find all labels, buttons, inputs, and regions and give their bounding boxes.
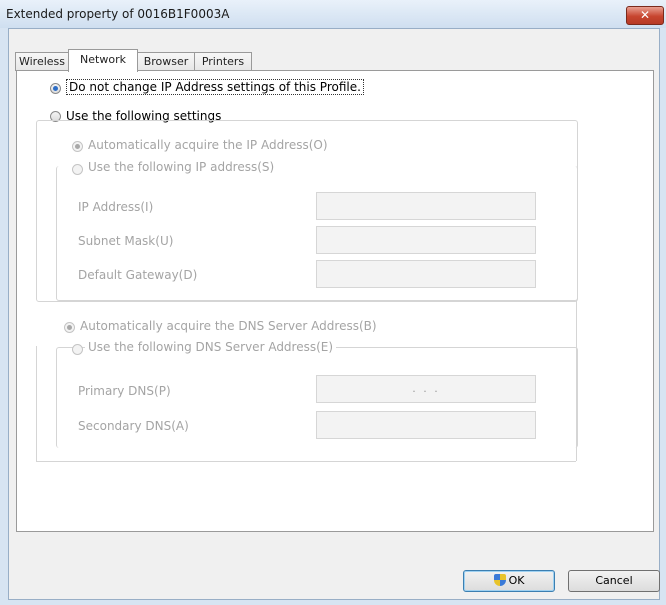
ok-button[interactable]: OK <box>463 570 555 592</box>
primary-dns-label: Primary DNS(P) <box>78 384 171 398</box>
secondary-dns-label: Secondary DNS(A) <box>78 419 189 433</box>
shield-icon <box>493 574 506 586</box>
manual-dns-radio[interactable] <box>72 344 83 355</box>
default-gateway-label: Default Gateway(D) <box>78 268 198 282</box>
cancel-button[interactable]: Cancel <box>568 570 660 592</box>
ip-address-label: IP Address(I) <box>78 200 154 214</box>
no-change-label[interactable]: Do not change IP Address settings of thi… <box>66 79 364 95</box>
secondary-dns-field[interactable] <box>316 411 536 439</box>
tab-browser[interactable]: Browser <box>137 52 195 71</box>
auto-dns-label[interactable]: Automatically acquire the DNS Server Add… <box>80 319 377 333</box>
subnet-mask-label: Subnet Mask(U) <box>78 234 174 248</box>
primary-dns-field[interactable]: . . . <box>316 375 536 403</box>
manual-ip-label[interactable]: Use the following IP address(S) <box>85 160 278 174</box>
title-bar: Extended property of 0016B1F0003A ✕ <box>0 0 666 28</box>
tab-network[interactable]: Network <box>68 49 138 72</box>
manual-ip-radio[interactable] <box>72 164 83 175</box>
subnet-mask-field[interactable] <box>316 226 536 254</box>
no-change-radio[interactable] <box>50 83 61 94</box>
auto-ip-label[interactable]: Automatically acquire the IP Address(O) <box>88 138 328 152</box>
close-button[interactable]: ✕ <box>626 6 664 25</box>
default-gateway-field[interactable] <box>316 260 536 288</box>
auto-ip-radio[interactable] <box>72 141 83 152</box>
ip-address-field[interactable] <box>316 192 536 220</box>
ok-button-label: OK <box>508 574 525 587</box>
outer-right-border <box>576 300 578 461</box>
manual-dns-label[interactable]: Use the following DNS Server Address(E) <box>85 340 337 354</box>
window-title: Extended property of 0016B1F0003A <box>6 7 230 21</box>
auto-dns-radio[interactable] <box>64 322 75 333</box>
tab-printers[interactable]: Printers <box>194 52 252 71</box>
primary-dns-value: . . . <box>412 382 440 395</box>
outer-bottom-border <box>36 461 576 463</box>
outer-left-border <box>36 346 38 461</box>
tab-wireless[interactable]: Wireless <box>15 52 69 71</box>
close-icon: ✕ <box>639 8 651 22</box>
